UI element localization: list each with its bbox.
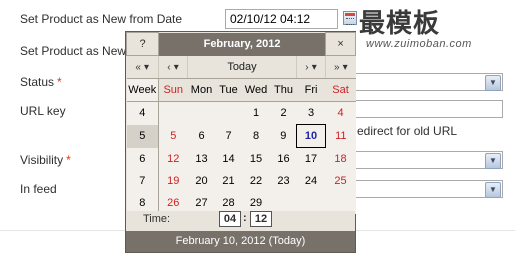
empty-day-cell bbox=[158, 101, 188, 125]
week-column-header: Week bbox=[126, 78, 159, 102]
day-cell[interactable]: 16 bbox=[270, 147, 297, 170]
chevron-down-icon[interactable]: ▼ bbox=[485, 182, 501, 198]
label-new-from-date: Set Product as New from Date bbox=[20, 12, 183, 26]
week-number: 7 bbox=[126, 170, 159, 192]
day-cell[interactable]: 20 bbox=[187, 170, 216, 192]
weekday-header: Week Sun Mon Tue Wed Thu Fri Sat bbox=[126, 78, 356, 102]
watermark-url: www.zuimoban.com bbox=[366, 38, 472, 50]
day-cell[interactable]: 22 bbox=[241, 170, 271, 192]
day-cell[interactable]: 12 bbox=[158, 147, 188, 170]
dropdown-marker-icon: ▾ bbox=[173, 61, 179, 73]
redirect-label: edirect for old URL bbox=[357, 124, 458, 138]
today-button[interactable]: Today bbox=[187, 55, 297, 79]
required-marker: * bbox=[66, 153, 71, 167]
calendar-days: 4 1 2 3 4 5 5 6 7 8 9 10 11 6 12 13 14 15 16 17 18 7 19 20 21 22 2… bbox=[126, 101, 356, 214]
weekday-header-wed: Wed bbox=[241, 78, 271, 102]
day-cell[interactable]: 25 bbox=[325, 170, 356, 192]
day-cell[interactable]: 8 bbox=[241, 124, 271, 148]
weekday-header-sat: Sat bbox=[325, 78, 356, 102]
label-status-text: Status bbox=[20, 75, 55, 89]
watermark-logo: 最模板 bbox=[359, 9, 441, 39]
chevron-left-icon: ‹ bbox=[167, 61, 171, 73]
day-cell[interactable]: 13 bbox=[187, 147, 216, 170]
chevron-down-icon[interactable]: ▼ bbox=[485, 153, 501, 169]
selected-day-cell[interactable]: 10 bbox=[295, 124, 327, 148]
label-status: Status * bbox=[20, 75, 62, 89]
label-in-feed: In feed bbox=[20, 182, 57, 196]
dropdown-marker-icon: ▾ bbox=[144, 62, 150, 73]
week-number: 5 bbox=[126, 124, 159, 148]
day-cell[interactable]: 2 bbox=[270, 101, 297, 125]
day-cell[interactable]: 15 bbox=[241, 147, 271, 170]
close-button[interactable]: × bbox=[325, 32, 357, 56]
prev-month-button[interactable]: ‹ ▾ bbox=[158, 55, 188, 79]
week-number: 6 bbox=[126, 147, 159, 170]
calendar-week-row: 5 5 6 7 8 9 10 11 bbox=[126, 124, 356, 148]
empty-day-cell bbox=[215, 101, 242, 125]
status-select[interactable]: ▼ bbox=[355, 73, 503, 91]
day-cell[interactable]: 21 bbox=[215, 170, 242, 192]
dropdown-marker-icon: ▾ bbox=[342, 62, 348, 73]
calendar-week-row: 41234 bbox=[126, 101, 356, 125]
help-button[interactable]: ? bbox=[126, 32, 159, 56]
label-visibility: Visibility * bbox=[20, 153, 71, 167]
double-chevron-left-icon: « bbox=[135, 62, 141, 73]
calendar-table: ? February, 2012 × « ▾ ‹ ▾ Today › ▾ » ▾… bbox=[126, 32, 357, 214]
day-cell[interactable]: 17 bbox=[296, 147, 326, 170]
dropdown-marker-icon: ▾ bbox=[311, 61, 317, 73]
new-from-date-input[interactable]: 02/10/12 04:12 bbox=[225, 9, 338, 29]
required-marker: * bbox=[57, 75, 62, 89]
url-key-input[interactable] bbox=[355, 100, 503, 118]
weekday-header-fri: Fri bbox=[296, 78, 326, 102]
day-cell[interactable]: 14 bbox=[215, 147, 242, 170]
day-cell[interactable]: 5 bbox=[158, 124, 188, 148]
day-cell[interactable]: 3 bbox=[296, 101, 326, 125]
calendar-icon[interactable] bbox=[343, 11, 357, 25]
prev-year-button[interactable]: « ▾ bbox=[126, 55, 159, 79]
day-cell[interactable]: 6 bbox=[187, 124, 216, 148]
chevron-down-icon[interactable]: ▼ bbox=[485, 75, 501, 91]
day-cell[interactable]: 11 bbox=[325, 124, 356, 148]
time-label: Time: bbox=[143, 213, 171, 225]
time-separator: : bbox=[243, 212, 247, 224]
day-cell[interactable]: 23 bbox=[270, 170, 297, 192]
weekday-header-tue: Tue bbox=[215, 78, 242, 102]
day-cell[interactable]: 18 bbox=[325, 147, 356, 170]
day-cell[interactable]: 1 bbox=[241, 101, 271, 125]
chevron-right-icon: › bbox=[305, 61, 309, 73]
day-cell[interactable]: 7 bbox=[215, 124, 242, 148]
in-feed-select[interactable]: ▼ bbox=[355, 180, 503, 198]
calendar-week-row: 7 19 20 21 22 23 24 25 bbox=[126, 170, 356, 192]
week-number: 4 bbox=[126, 101, 159, 125]
date-picker-popup: ? February, 2012 × « ▾ ‹ ▾ Today › ▾ » ▾… bbox=[125, 31, 357, 253]
calendar-title: February, 2012 bbox=[158, 32, 326, 56]
day-cell[interactable]: 19 bbox=[158, 170, 188, 192]
day-cell[interactable]: 24 bbox=[296, 170, 326, 192]
visibility-select[interactable]: ▼ bbox=[355, 151, 503, 169]
label-new-to-date: Set Product as New bbox=[20, 44, 127, 58]
empty-day-cell bbox=[187, 101, 216, 125]
weekday-header-sun: Sun bbox=[158, 78, 188, 102]
label-url-key: URL key bbox=[20, 104, 66, 118]
hour-field[interactable]: 04 bbox=[219, 211, 241, 227]
day-cell[interactable]: 9 bbox=[270, 124, 297, 148]
time-row: Time: 04 : 12 bbox=[126, 211, 355, 229]
calendar-week-row: 6 12 13 14 15 16 17 18 bbox=[126, 147, 356, 170]
calendar-status-bar: February 10, 2012 (Today) bbox=[126, 231, 355, 252]
minute-field[interactable]: 12 bbox=[250, 211, 272, 227]
weekday-header-thu: Thu bbox=[270, 78, 297, 102]
next-year-button[interactable]: » ▾ bbox=[325, 55, 356, 79]
day-cell[interactable]: 4 bbox=[325, 101, 356, 125]
double-chevron-right-icon: » bbox=[333, 62, 340, 73]
next-month-button[interactable]: › ▾ bbox=[295, 55, 327, 79]
weekday-header-mon: Mon bbox=[187, 78, 216, 102]
label-visibility-text: Visibility bbox=[20, 153, 64, 167]
